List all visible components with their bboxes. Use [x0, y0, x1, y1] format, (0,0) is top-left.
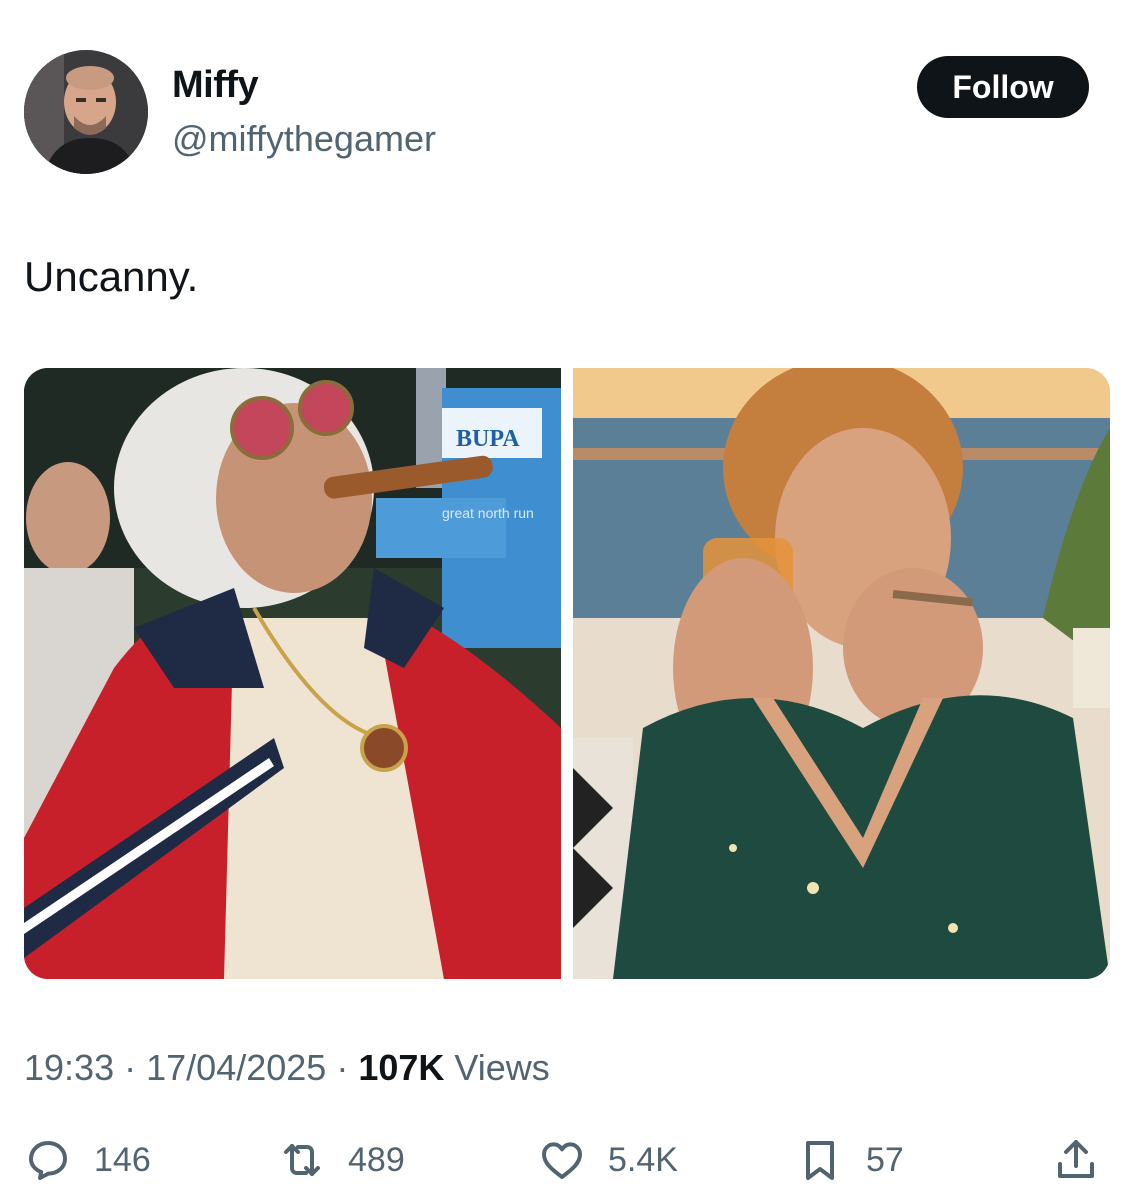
meta-separator: ·	[336, 1047, 349, 1088]
bookmark-button[interactable]: 57	[796, 1130, 904, 1190]
banner-run-text: great north run	[442, 505, 534, 521]
media-grid: BUPA great north run	[24, 368, 1110, 979]
tweet-time[interactable]: 19:33	[24, 1047, 114, 1088]
tweet-meta: 19:33 · 17/04/2025 · 107K Views	[24, 1047, 550, 1089]
views-label: Views	[454, 1047, 550, 1088]
media-photo-left[interactable]: BUPA great north run	[24, 368, 561, 979]
author-handle[interactable]: @miffythegamer	[172, 118, 436, 160]
bookmark-icon	[796, 1136, 844, 1184]
reply-icon	[24, 1136, 72, 1184]
avatar-image	[24, 50, 148, 174]
tweet-text: Uncanny.	[24, 253, 199, 300]
views-count: 107K	[358, 1047, 445, 1088]
like-count: 5.4K	[608, 1140, 678, 1179]
media-photo-right[interactable]	[573, 368, 1110, 979]
meta-separator: ·	[124, 1047, 137, 1088]
share-button[interactable]	[1052, 1130, 1100, 1190]
bookmark-count: 57	[866, 1140, 904, 1179]
share-icon	[1052, 1136, 1100, 1184]
reply-button[interactable]: 146	[24, 1130, 151, 1190]
avatar[interactable]	[24, 50, 148, 174]
photo-right-image	[573, 368, 1110, 979]
repost-icon	[278, 1136, 326, 1184]
action-bar: 146 489 5.4K 57	[0, 1130, 1134, 1190]
repost-count: 489	[348, 1140, 405, 1179]
like-button[interactable]: 5.4K	[538, 1130, 678, 1190]
tweet-date[interactable]: 17/04/2025	[146, 1047, 326, 1088]
banner-bupa-text: BUPA	[456, 426, 520, 452]
author-display-name[interactable]: Miffy	[172, 64, 259, 107]
heart-icon	[538, 1136, 586, 1184]
follow-button[interactable]: Follow	[917, 56, 1089, 118]
reply-count: 146	[94, 1140, 151, 1179]
repost-button[interactable]: 489	[278, 1130, 405, 1190]
photo-left-image: BUPA great north run	[24, 368, 561, 979]
